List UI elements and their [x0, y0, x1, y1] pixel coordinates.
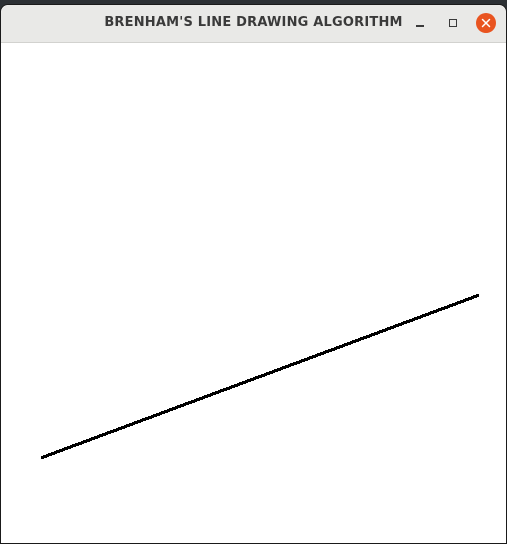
line-pixel	[477, 294, 479, 297]
close-button[interactable]	[476, 13, 496, 33]
drawn-line	[41, 294, 479, 459]
close-icon	[481, 18, 491, 28]
title-bar[interactable]: BRENHAM'S LINE DRAWING ALGORITHM	[1, 5, 506, 43]
window-title: BRENHAM'S LINE DRAWING ALGORITHM	[104, 15, 403, 30]
minimize-button[interactable]	[410, 13, 430, 33]
app-window: BRENHAM'S LINE DRAWING ALGORITHM	[0, 4, 507, 544]
maximize-icon	[449, 19, 457, 27]
minimize-icon	[416, 25, 424, 27]
drawing-canvas	[1, 43, 506, 543]
maximize-button[interactable]	[443, 13, 463, 33]
